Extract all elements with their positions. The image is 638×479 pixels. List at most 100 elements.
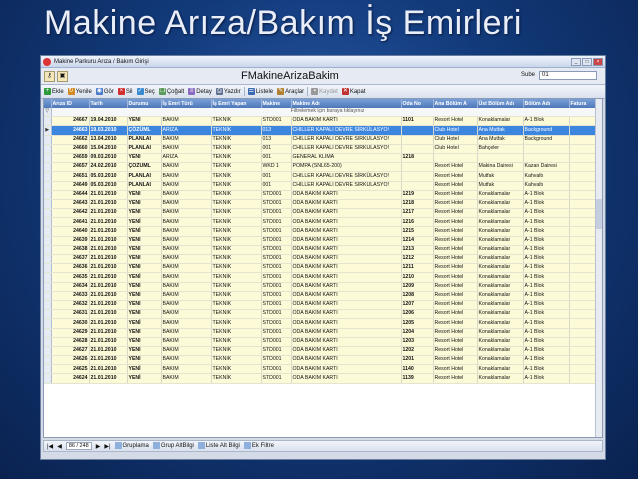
table-cell[interactable]: YENİ [127, 364, 162, 375]
table-cell[interactable]: YENİ [127, 282, 162, 292]
table-cell[interactable]: Mutfak [477, 171, 524, 182]
table-cell[interactable]: ARIZA [161, 153, 212, 164]
table-cell[interactable]: Resort Hotel [433, 208, 478, 219]
table-cell[interactable]: PLANLAI [127, 144, 162, 154]
next-page-button[interactable]: ▶ [96, 443, 101, 450]
last-page-button[interactable]: ▶| [104, 443, 110, 450]
table-cell[interactable]: TEKNİK [211, 181, 262, 191]
table-cell[interactable]: 24630 [51, 318, 90, 329]
table-cell[interactable]: 001 [261, 171, 292, 182]
table-cell[interactable]: PLANLAI [127, 135, 162, 145]
table-cell[interactable]: 1212 [401, 254, 434, 265]
table-cell[interactable]: Resort Hotel [433, 162, 478, 173]
table-cell[interactable]: YENİ [127, 300, 162, 311]
table-cell[interactable]: BAKIM [161, 217, 212, 228]
table-cell[interactable]: BAKIM [161, 337, 212, 347]
row-indicator[interactable] [44, 226, 52, 237]
table-cell[interactable]: TEKNİK [211, 144, 262, 154]
table-cell[interactable]: TEKNİK [211, 190, 262, 200]
table-cell[interactable]: 1202 [401, 346, 434, 357]
table-cell[interactable]: TEKNİK [211, 171, 262, 182]
table-cell[interactable]: STD001 [261, 263, 292, 274]
table-row[interactable]: 24633 21.01.2010 YENİ BAKIM TEKNİK STD001 ODA … [44, 291, 602, 301]
table-cell[interactable]: TEKNİK [211, 208, 262, 219]
column-header[interactable]: Makine [261, 99, 292, 108]
table-cell[interactable]: 21.01.2010 [89, 272, 128, 283]
table-cell[interactable]: STD001 [261, 254, 292, 265]
vertical-scrollbar[interactable] [595, 99, 602, 437]
table-cell[interactable]: 24637 [51, 254, 90, 265]
filter-row[interactable]: ▽ Filtrelemek için buraya tıklayınız [44, 108, 602, 118]
table-cell[interactable]: 21.01.2010 [89, 291, 128, 301]
table-row[interactable]: 24631 21.01.2010 YENİ BAKIM TEKNİK STD001 ODA … [44, 309, 602, 320]
table-cell[interactable]: 1207 [401, 300, 434, 311]
table-cell[interactable]: YENİ [127, 199, 162, 210]
table-cell[interactable] [477, 153, 524, 164]
column-header[interactable]: Bölüm Adı [523, 99, 570, 108]
table-cell[interactable]: Konaklamalar [477, 272, 524, 283]
toolbar-detail-button[interactable]: ≡ Detay [187, 88, 213, 95]
table-cell[interactable]: 1210 [401, 272, 434, 283]
table-row[interactable]: 24624 21.01.2010 YENİ BAKIM TEKNİK STD001 ODA … [44, 373, 602, 384]
table-cell[interactable]: 21.01.2010 [89, 355, 128, 366]
image-icon[interactable]: ▣ [57, 70, 68, 82]
table-cell[interactable] [433, 153, 478, 164]
table-cell[interactable]: 24642 [51, 208, 90, 219]
table-cell[interactable]: ODA BAKIM KARTI [291, 226, 402, 237]
table-cell[interactable]: Kahvaltı [523, 171, 570, 182]
table-cell[interactable]: 05.03.2010 [89, 181, 128, 191]
minimize-button[interactable]: _ [571, 57, 581, 66]
table-cell[interactable]: YENİ [127, 226, 162, 237]
table-cell[interactable]: BAKIM [161, 144, 212, 154]
table-cell[interactable]: TEKNİK [211, 263, 262, 274]
row-indicator[interactable] [44, 181, 52, 191]
table-cell[interactable]: YENİ [127, 328, 162, 338]
table-cell[interactable]: STD001 [261, 318, 292, 329]
column-header[interactable]: İş Emri Yapan [211, 99, 262, 108]
table-cell[interactable]: 1218 [401, 153, 434, 164]
column-header[interactable]: Ana Bölüm A [433, 99, 478, 108]
table-cell[interactable]: STD001 [261, 364, 292, 375]
row-indicator[interactable] [44, 263, 52, 274]
table-cell[interactable]: ÇÖZÜML [127, 125, 162, 136]
table-cell[interactable]: Konaklamalar [477, 318, 524, 329]
sube-input[interactable]: 01 [539, 71, 597, 80]
table-cell[interactable]: 21.01.2010 [89, 346, 128, 357]
table-cell[interactable]: Resort Hotel [433, 190, 478, 200]
table-cell[interactable]: ODA BAKIM KARTI [291, 300, 402, 311]
toolbar-tools-button[interactable]: ✎ Araçlar [276, 88, 305, 95]
table-cell[interactable]: 1208 [401, 291, 434, 301]
table-row[interactable]: ▶ 24663 19.03.2010 ÇÖZÜML ARIZA TEKNİK 013 CHIL… [44, 125, 602, 136]
table-cell[interactable]: Konaklamalar [477, 199, 524, 210]
table-cell[interactable]: 1215 [401, 226, 434, 237]
table-cell[interactable]: ARIZA [161, 125, 212, 136]
table-cell[interactable]: YENİ [127, 190, 162, 200]
table-cell[interactable] [401, 181, 434, 191]
table-cell[interactable]: 24632 [51, 300, 90, 311]
column-header[interactable]: Makine Adı [291, 99, 402, 108]
table-cell[interactable]: Background [523, 125, 570, 136]
table-cell[interactable]: 21.01.2010 [89, 282, 128, 292]
table-cell[interactable]: YENİ [127, 153, 162, 164]
table-cell[interactable]: Kazan Dairesi [523, 162, 570, 173]
table-cell[interactable]: A-1 Blok [523, 236, 570, 246]
table-cell[interactable]: YENİ [127, 373, 162, 384]
table-cell[interactable]: ODA BAKIM KARTI [291, 272, 402, 283]
table-cell[interactable]: BAKIM [161, 373, 212, 384]
table-cell[interactable] [523, 144, 570, 154]
filter-text[interactable]: Filtrelemek için buraya tıklayınız [51, 108, 602, 118]
table-cell[interactable]: YENİ [127, 337, 162, 347]
row-indicator[interactable] [44, 144, 52, 154]
table-cell[interactable]: TEKNİK [211, 254, 262, 265]
table-cell[interactable]: CHILLER KAPALI DEVRE SİRKÜLASYO! [291, 135, 402, 145]
table-row[interactable]: 24649 05.03.2010 PLANLAI BAKIM TEKNİK 001 CHIL… [44, 181, 602, 191]
table-cell[interactable]: Club Hotel [433, 135, 478, 145]
table-cell[interactable]: 001 [261, 153, 292, 164]
table-cell[interactable]: Resort Hotel [433, 217, 478, 228]
table-cell[interactable]: Konaklamalar [477, 263, 524, 274]
table-cell[interactable]: Resort Hotel [433, 346, 478, 357]
column-header[interactable]: İş Emri Türü [161, 99, 212, 108]
table-cell[interactable]: 21.01.2010 [89, 373, 128, 384]
table-cell[interactable]: 1217 [401, 208, 434, 219]
table-cell[interactable]: A-1 Blok [523, 318, 570, 329]
